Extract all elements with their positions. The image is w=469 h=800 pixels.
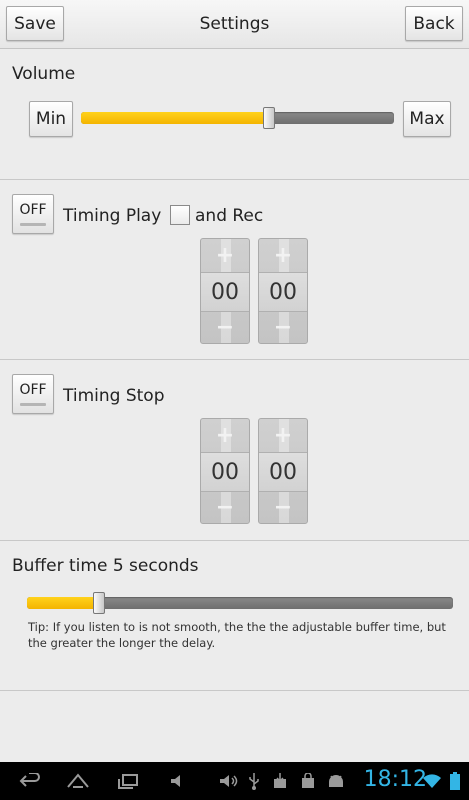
and-rec-checkbox[interactable] bbox=[170, 205, 190, 225]
volume-label: Volume bbox=[12, 64, 76, 84]
timing-stop-label: Timing Stop bbox=[63, 386, 165, 406]
timing-play-label: Timing Play bbox=[63, 206, 162, 226]
timing-play-hours-picker: + 00 − bbox=[200, 238, 250, 344]
hours-increment-button[interactable]: + bbox=[201, 239, 249, 271]
divider bbox=[0, 690, 469, 691]
android-debug-icon bbox=[324, 762, 348, 800]
page-title: Settings bbox=[199, 14, 270, 34]
hours-value[interactable]: 00 bbox=[201, 452, 249, 492]
timing-play-minutes-picker: + 00 − bbox=[258, 238, 308, 344]
minutes-increment-button[interactable]: + bbox=[259, 419, 307, 451]
toggle-indicator bbox=[20, 223, 46, 226]
usb-icon bbox=[244, 762, 264, 800]
divider bbox=[0, 540, 469, 541]
back-button[interactable]: Back bbox=[405, 6, 463, 41]
timing-stop-minutes-picker: + 00 − bbox=[258, 418, 308, 524]
and-rec-label: and Rec bbox=[195, 206, 264, 226]
volume-min-button[interactable]: Min bbox=[29, 101, 73, 137]
volume-slider-thumb[interactable] bbox=[262, 107, 275, 129]
system-navigation-bar: 18:12 bbox=[0, 762, 469, 800]
back-icon[interactable] bbox=[10, 762, 50, 800]
hours-decrement-button[interactable]: − bbox=[201, 311, 249, 343]
hours-increment-button[interactable]: + bbox=[201, 419, 249, 451]
buffer-slider[interactable] bbox=[27, 592, 453, 614]
volume-up-icon[interactable] bbox=[216, 762, 242, 800]
title-bar: Save Settings Back bbox=[0, 0, 469, 49]
volume-down-icon[interactable] bbox=[164, 762, 190, 800]
minutes-increment-button[interactable]: + bbox=[259, 239, 307, 271]
buffer-time-label: Buffer time 5 seconds bbox=[12, 556, 199, 576]
minutes-decrement-button[interactable]: − bbox=[259, 311, 307, 343]
divider bbox=[0, 359, 469, 360]
volume-slider-fill bbox=[81, 112, 269, 124]
buffer-tip-text: Tip: If you listen to is not smooth, the… bbox=[28, 620, 446, 650]
wifi-icon bbox=[422, 762, 442, 800]
timing-play-toggle-label: OFF bbox=[19, 202, 47, 218]
bag-icon bbox=[298, 762, 318, 800]
minutes-value[interactable]: 00 bbox=[259, 452, 307, 492]
hours-value[interactable]: 00 bbox=[201, 272, 249, 312]
buffer-slider-fill bbox=[27, 597, 100, 609]
timing-play-toggle[interactable]: OFF bbox=[12, 194, 54, 234]
toggle-indicator bbox=[20, 403, 46, 406]
recent-apps-icon[interactable] bbox=[108, 762, 148, 800]
download-icon bbox=[270, 762, 290, 800]
timing-stop-toggle[interactable]: OFF bbox=[12, 374, 54, 414]
volume-slider[interactable] bbox=[81, 107, 394, 129]
status-clock: 18:12 bbox=[363, 767, 427, 792]
buffer-slider-thumb[interactable] bbox=[93, 592, 106, 614]
battery-icon bbox=[446, 762, 464, 800]
timing-stop-hours-picker: + 00 − bbox=[200, 418, 250, 524]
minutes-value[interactable]: 00 bbox=[259, 272, 307, 312]
timing-stop-toggle-label: OFF bbox=[19, 382, 47, 398]
home-icon[interactable] bbox=[58, 762, 98, 800]
hours-decrement-button[interactable]: − bbox=[201, 491, 249, 523]
minutes-decrement-button[interactable]: − bbox=[259, 491, 307, 523]
volume-max-button[interactable]: Max bbox=[403, 101, 451, 137]
divider bbox=[0, 179, 469, 180]
